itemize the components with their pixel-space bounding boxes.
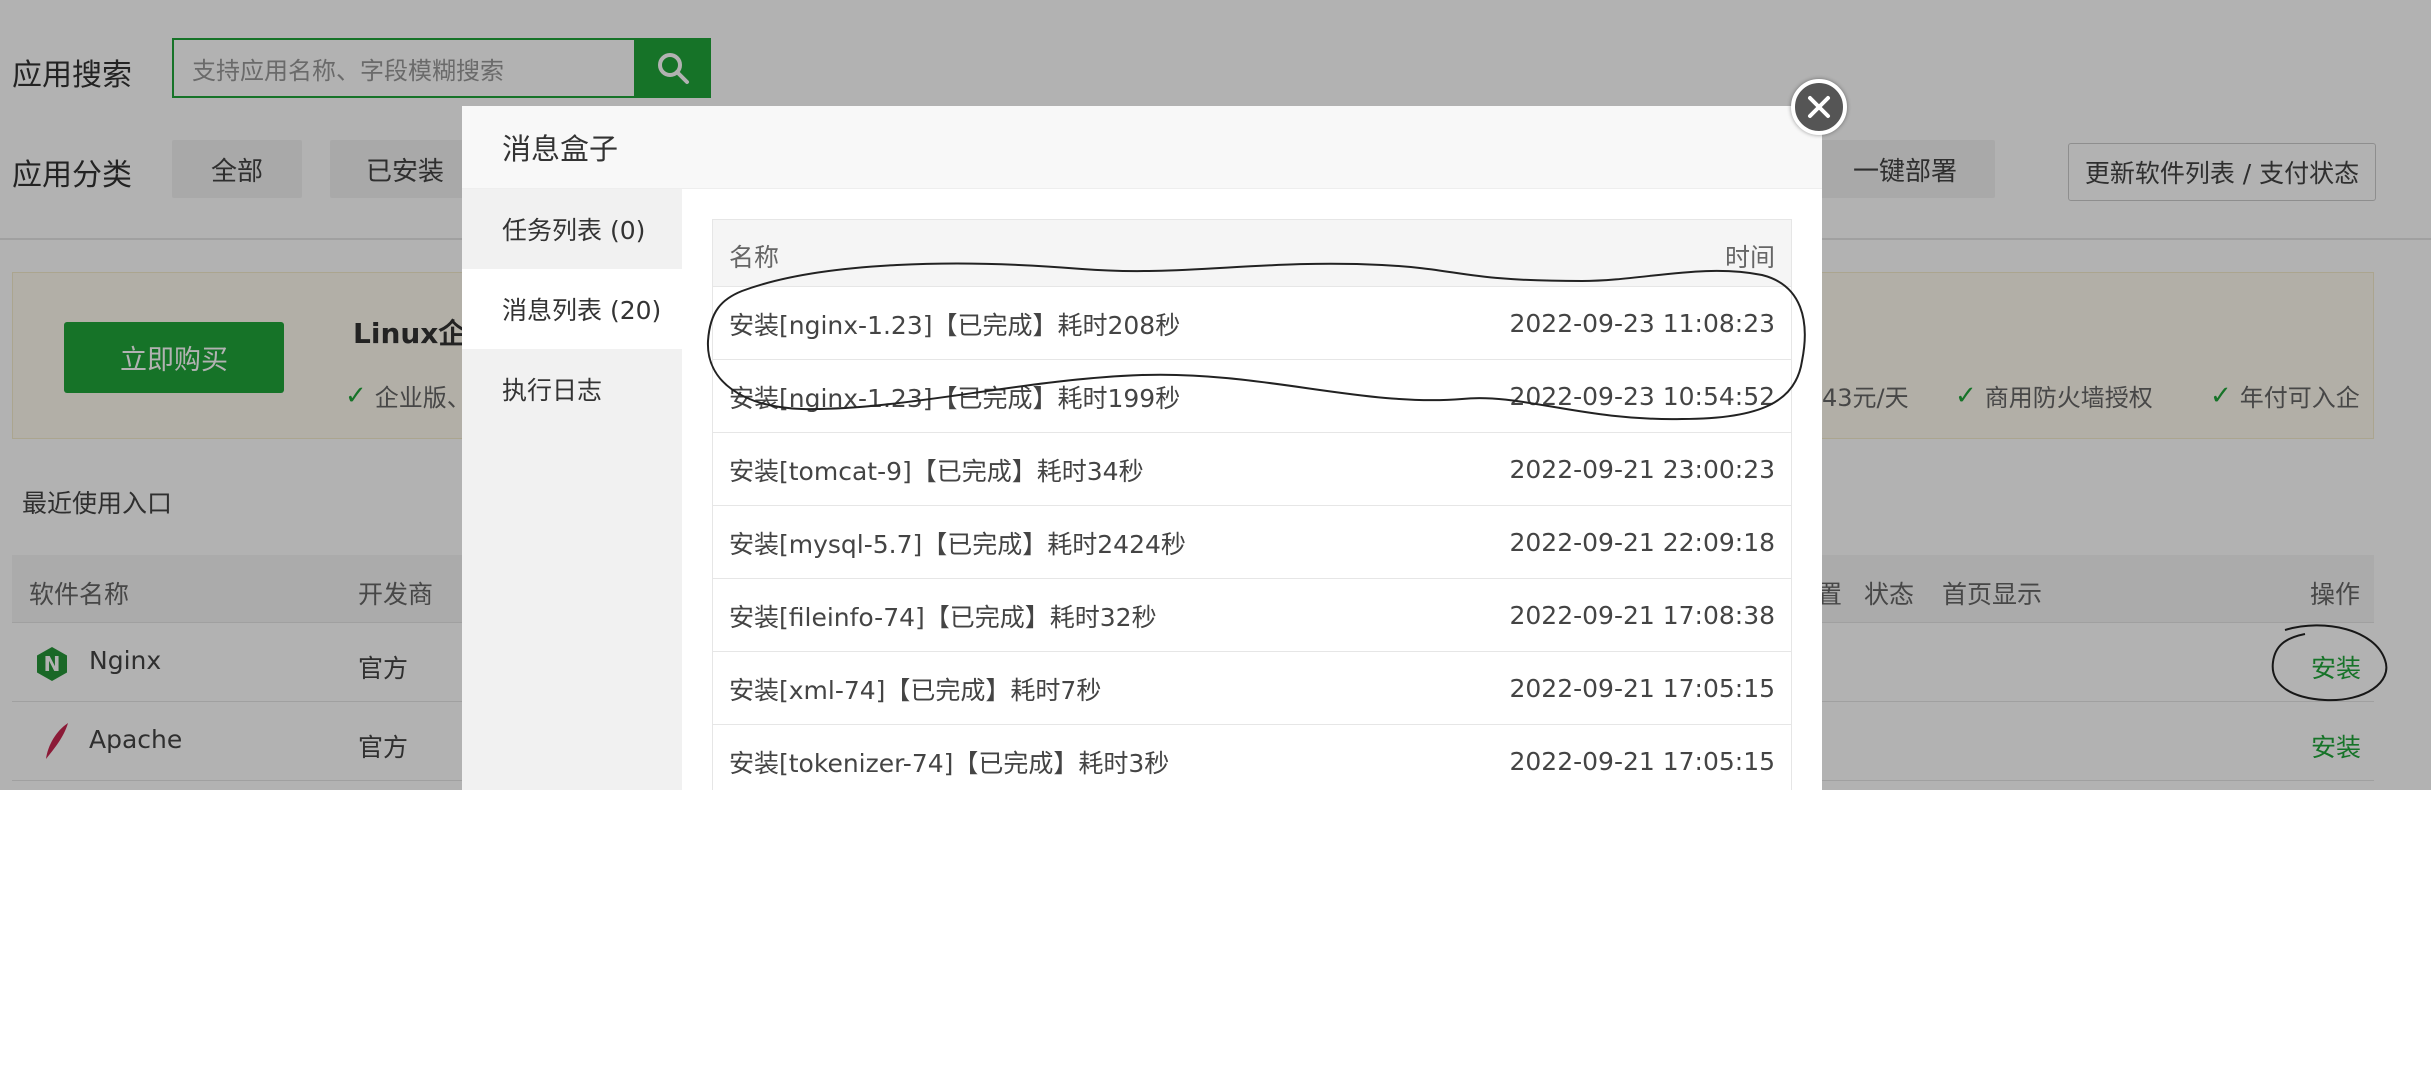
message-name: 安装[tomcat-9]【已完成】耗时34秒	[729, 456, 1144, 486]
message-row[interactable]: 安装[mysql-5.7]【已完成】耗时2424秒 2022-09-21 22:…	[713, 506, 1791, 579]
tab-task-list[interactable]: 任务列表 (0)	[462, 189, 682, 269]
message-time: 2022-09-21 17:08:38	[1509, 601, 1775, 630]
message-row[interactable]: 安装[tokenizer-74]【已完成】耗时3秒 2022-09-21 17:…	[713, 725, 1791, 790]
message-box-modal: 消息盒子 任务列表 (0) 消息列表 (20) 执行日志 名称 时间 安装[ng…	[462, 106, 1822, 790]
message-name: 安装[mysql-5.7]【已完成】耗时2424秒	[729, 529, 1186, 559]
message-row[interactable]: 安装[fileinfo-74]【已完成】耗时32秒 2022-09-21 17:…	[713, 579, 1791, 652]
message-time: 2022-09-21 17:05:15	[1509, 747, 1775, 776]
tab-execution-log[interactable]: 执行日志	[462, 349, 682, 429]
message-time: 2022-09-21 23:00:23	[1509, 455, 1775, 484]
modal-title: 消息盒子	[462, 106, 1822, 189]
message-row[interactable]: 安装[tomcat-9]【已完成】耗时34秒 2022-09-21 23:00:…	[713, 433, 1791, 506]
message-name: 安装[fileinfo-74]【已完成】耗时32秒	[729, 602, 1157, 632]
close-icon	[1808, 96, 1830, 118]
message-time: 2022-09-21 17:05:15	[1509, 674, 1775, 703]
modal-sidebar: 任务列表 (0) 消息列表 (20) 执行日志	[462, 189, 682, 790]
message-row[interactable]: 安装[xml-74]【已完成】耗时7秒 2022-09-21 17:05:15	[713, 652, 1791, 725]
message-name: 安装[xml-74]【已完成】耗时7秒	[729, 675, 1102, 705]
message-name: 安装[tokenizer-74]【已完成】耗时3秒	[729, 748, 1170, 778]
tab-message-list[interactable]: 消息列表 (20)	[462, 269, 682, 349]
message-time: 2022-09-21 22:09:18	[1509, 528, 1775, 557]
close-button[interactable]	[1791, 79, 1847, 135]
annotation-ellipse	[706, 262, 1806, 421]
app-background: 应用搜索 支持应用名称、字段模糊搜索 应用分类 全部 已安装 一键部署 更新软件…	[0, 0, 2431, 790]
